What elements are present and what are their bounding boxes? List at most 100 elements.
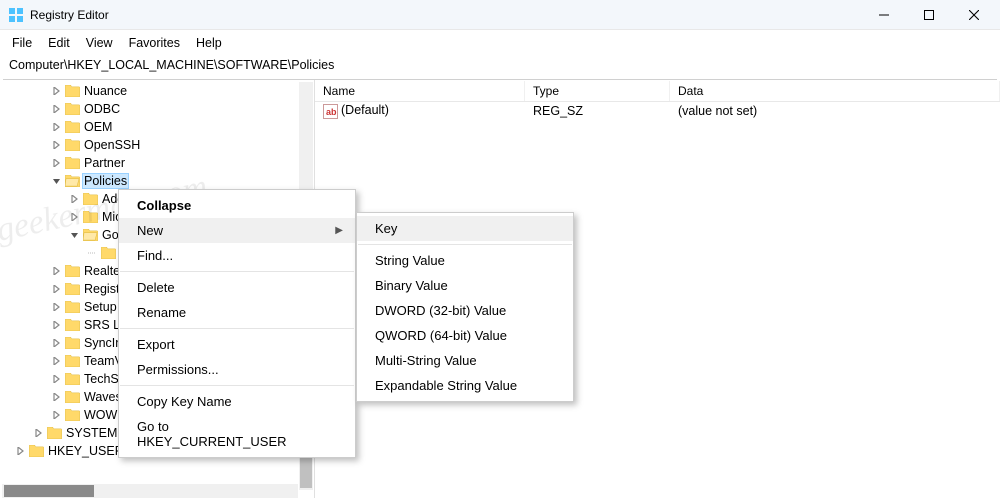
- menu-item-label: String Value: [375, 253, 445, 268]
- menu-item-label: Copy Key Name: [137, 394, 232, 409]
- chevron-right-icon[interactable]: [50, 282, 64, 296]
- folder-icon: [64, 300, 80, 314]
- folder-icon: [64, 264, 80, 278]
- window-title: Registry Editor: [30, 8, 109, 22]
- menu-item[interactable]: Copy Key Name: [119, 389, 355, 414]
- column-header-type[interactable]: Type: [525, 81, 670, 101]
- menu-item-label: Find...: [137, 248, 173, 263]
- chevron-down-icon[interactable]: [68, 228, 82, 242]
- menu-help[interactable]: Help: [188, 33, 230, 53]
- tree-node-label: OpenSSH: [82, 138, 142, 152]
- chevron-right-icon[interactable]: [50, 318, 64, 332]
- chevron-right-icon[interactable]: [50, 390, 64, 404]
- menu-separator: [358, 244, 572, 245]
- tree-node-label: Setup: [82, 300, 119, 314]
- tree-node[interactable]: OEM: [0, 118, 314, 136]
- menu-item[interactable]: Rename: [119, 300, 355, 325]
- menu-item-label: Expandable String Value: [375, 378, 517, 393]
- tree-node-label: ODBC: [82, 102, 122, 116]
- menu-favorites[interactable]: Favorites: [121, 33, 188, 53]
- chevron-right-icon[interactable]: [68, 210, 82, 224]
- menu-bar: FileEditViewFavoritesHelp: [0, 30, 1000, 56]
- menu-item-label: Key: [375, 221, 397, 236]
- context-menu: CollapseNew▶ Find... Delete Rename Export Per…: [118, 189, 356, 458]
- menu-item-label: New: [137, 223, 163, 238]
- menu-item[interactable]: QWORD (64-bit) Value: [357, 323, 573, 348]
- tree-node[interactable]: ODBC: [0, 100, 314, 118]
- menu-item[interactable]: String Value: [357, 248, 573, 273]
- menu-item-label: Export: [137, 337, 175, 352]
- menu-item[interactable]: Key: [357, 216, 573, 241]
- tree-node[interactable]: Nuance: [0, 82, 314, 100]
- menu-item-label: Binary Value: [375, 278, 448, 293]
- folder-icon: [28, 444, 44, 458]
- menu-view[interactable]: View: [78, 33, 121, 53]
- menu-item-label: Multi-String Value: [375, 353, 477, 368]
- menu-item-label: Rename: [137, 305, 186, 320]
- folder-icon: [64, 408, 80, 422]
- address-bar[interactable]: Computer\HKEY_LOCAL_MACHINE\SOFTWARE\Pol…: [3, 56, 997, 80]
- chevron-right-icon[interactable]: [32, 426, 46, 440]
- menu-item[interactable]: Export: [119, 332, 355, 357]
- menu-item-label: DWORD (32-bit) Value: [375, 303, 506, 318]
- chevron-right-icon[interactable]: [50, 102, 64, 116]
- chevron-right-icon[interactable]: [50, 336, 64, 350]
- column-header-name[interactable]: Name: [315, 81, 525, 101]
- maximize-button[interactable]: [906, 0, 951, 30]
- minimize-button[interactable]: [861, 0, 906, 30]
- menu-item[interactable]: Collapse: [119, 193, 355, 218]
- menu-item[interactable]: Permissions...: [119, 357, 355, 382]
- folder-icon: [64, 156, 80, 170]
- menu-file[interactable]: File: [4, 33, 40, 53]
- tree-leaf-icon: [86, 246, 100, 260]
- folder-icon: [64, 390, 80, 404]
- chevron-right-icon[interactable]: [50, 138, 64, 152]
- horizontal-scrollbar[interactable]: [2, 484, 298, 498]
- value-type: REG_SZ: [525, 104, 670, 118]
- folder-icon: [64, 372, 80, 386]
- menu-item[interactable]: Multi-String Value: [357, 348, 573, 373]
- folder-icon: [64, 354, 80, 368]
- folder-icon: [64, 336, 80, 350]
- tree-node[interactable]: Policies: [0, 172, 314, 190]
- menu-item-label: Delete: [137, 280, 175, 295]
- chevron-right-icon[interactable]: [50, 120, 64, 134]
- tree-node[interactable]: Partner: [0, 154, 314, 172]
- menu-item[interactable]: DWORD (32-bit) Value: [357, 298, 573, 323]
- chevron-right-icon[interactable]: [14, 444, 28, 458]
- menu-separator: [120, 271, 354, 272]
- folder-icon: [64, 120, 80, 134]
- folder-icon: [82, 210, 98, 224]
- tree-node-label: SYSTEM: [64, 426, 119, 440]
- chevron-right-icon[interactable]: [50, 372, 64, 386]
- column-header-data[interactable]: Data: [670, 81, 1000, 101]
- menu-item[interactable]: Binary Value: [357, 273, 573, 298]
- chevron-right-icon[interactable]: [50, 354, 64, 368]
- chevron-right-icon[interactable]: [50, 300, 64, 314]
- list-row[interactable]: ab(Default)REG_SZ(value not set): [315, 102, 1000, 120]
- folder-icon: [64, 174, 80, 188]
- menu-edit[interactable]: Edit: [40, 33, 78, 53]
- chevron-right-icon[interactable]: [50, 264, 64, 278]
- folder-icon: [64, 282, 80, 296]
- menu-item[interactable]: Go to HKEY_CURRENT_USER: [119, 414, 355, 454]
- value-data: (value not set): [670, 104, 1000, 118]
- menu-item[interactable]: Find...: [119, 243, 355, 268]
- menu-item[interactable]: Delete: [119, 275, 355, 300]
- tree-node[interactable]: OpenSSH: [0, 136, 314, 154]
- scrollbar-thumb[interactable]: [4, 485, 94, 497]
- menu-item[interactable]: Expandable String Value: [357, 373, 573, 398]
- chevron-down-icon[interactable]: [50, 174, 64, 188]
- chevron-right-icon[interactable]: [50, 408, 64, 422]
- folder-icon: [64, 84, 80, 98]
- close-button[interactable]: [951, 0, 996, 30]
- menu-separator: [120, 385, 354, 386]
- string-value-icon: ab: [323, 104, 338, 119]
- menu-item[interactable]: New▶: [119, 218, 355, 243]
- app-icon: [8, 7, 24, 23]
- folder-icon: [82, 228, 98, 242]
- chevron-right-icon[interactable]: [68, 192, 82, 206]
- chevron-right-icon[interactable]: [50, 156, 64, 170]
- chevron-right-icon[interactable]: [50, 84, 64, 98]
- folder-icon: [64, 102, 80, 116]
